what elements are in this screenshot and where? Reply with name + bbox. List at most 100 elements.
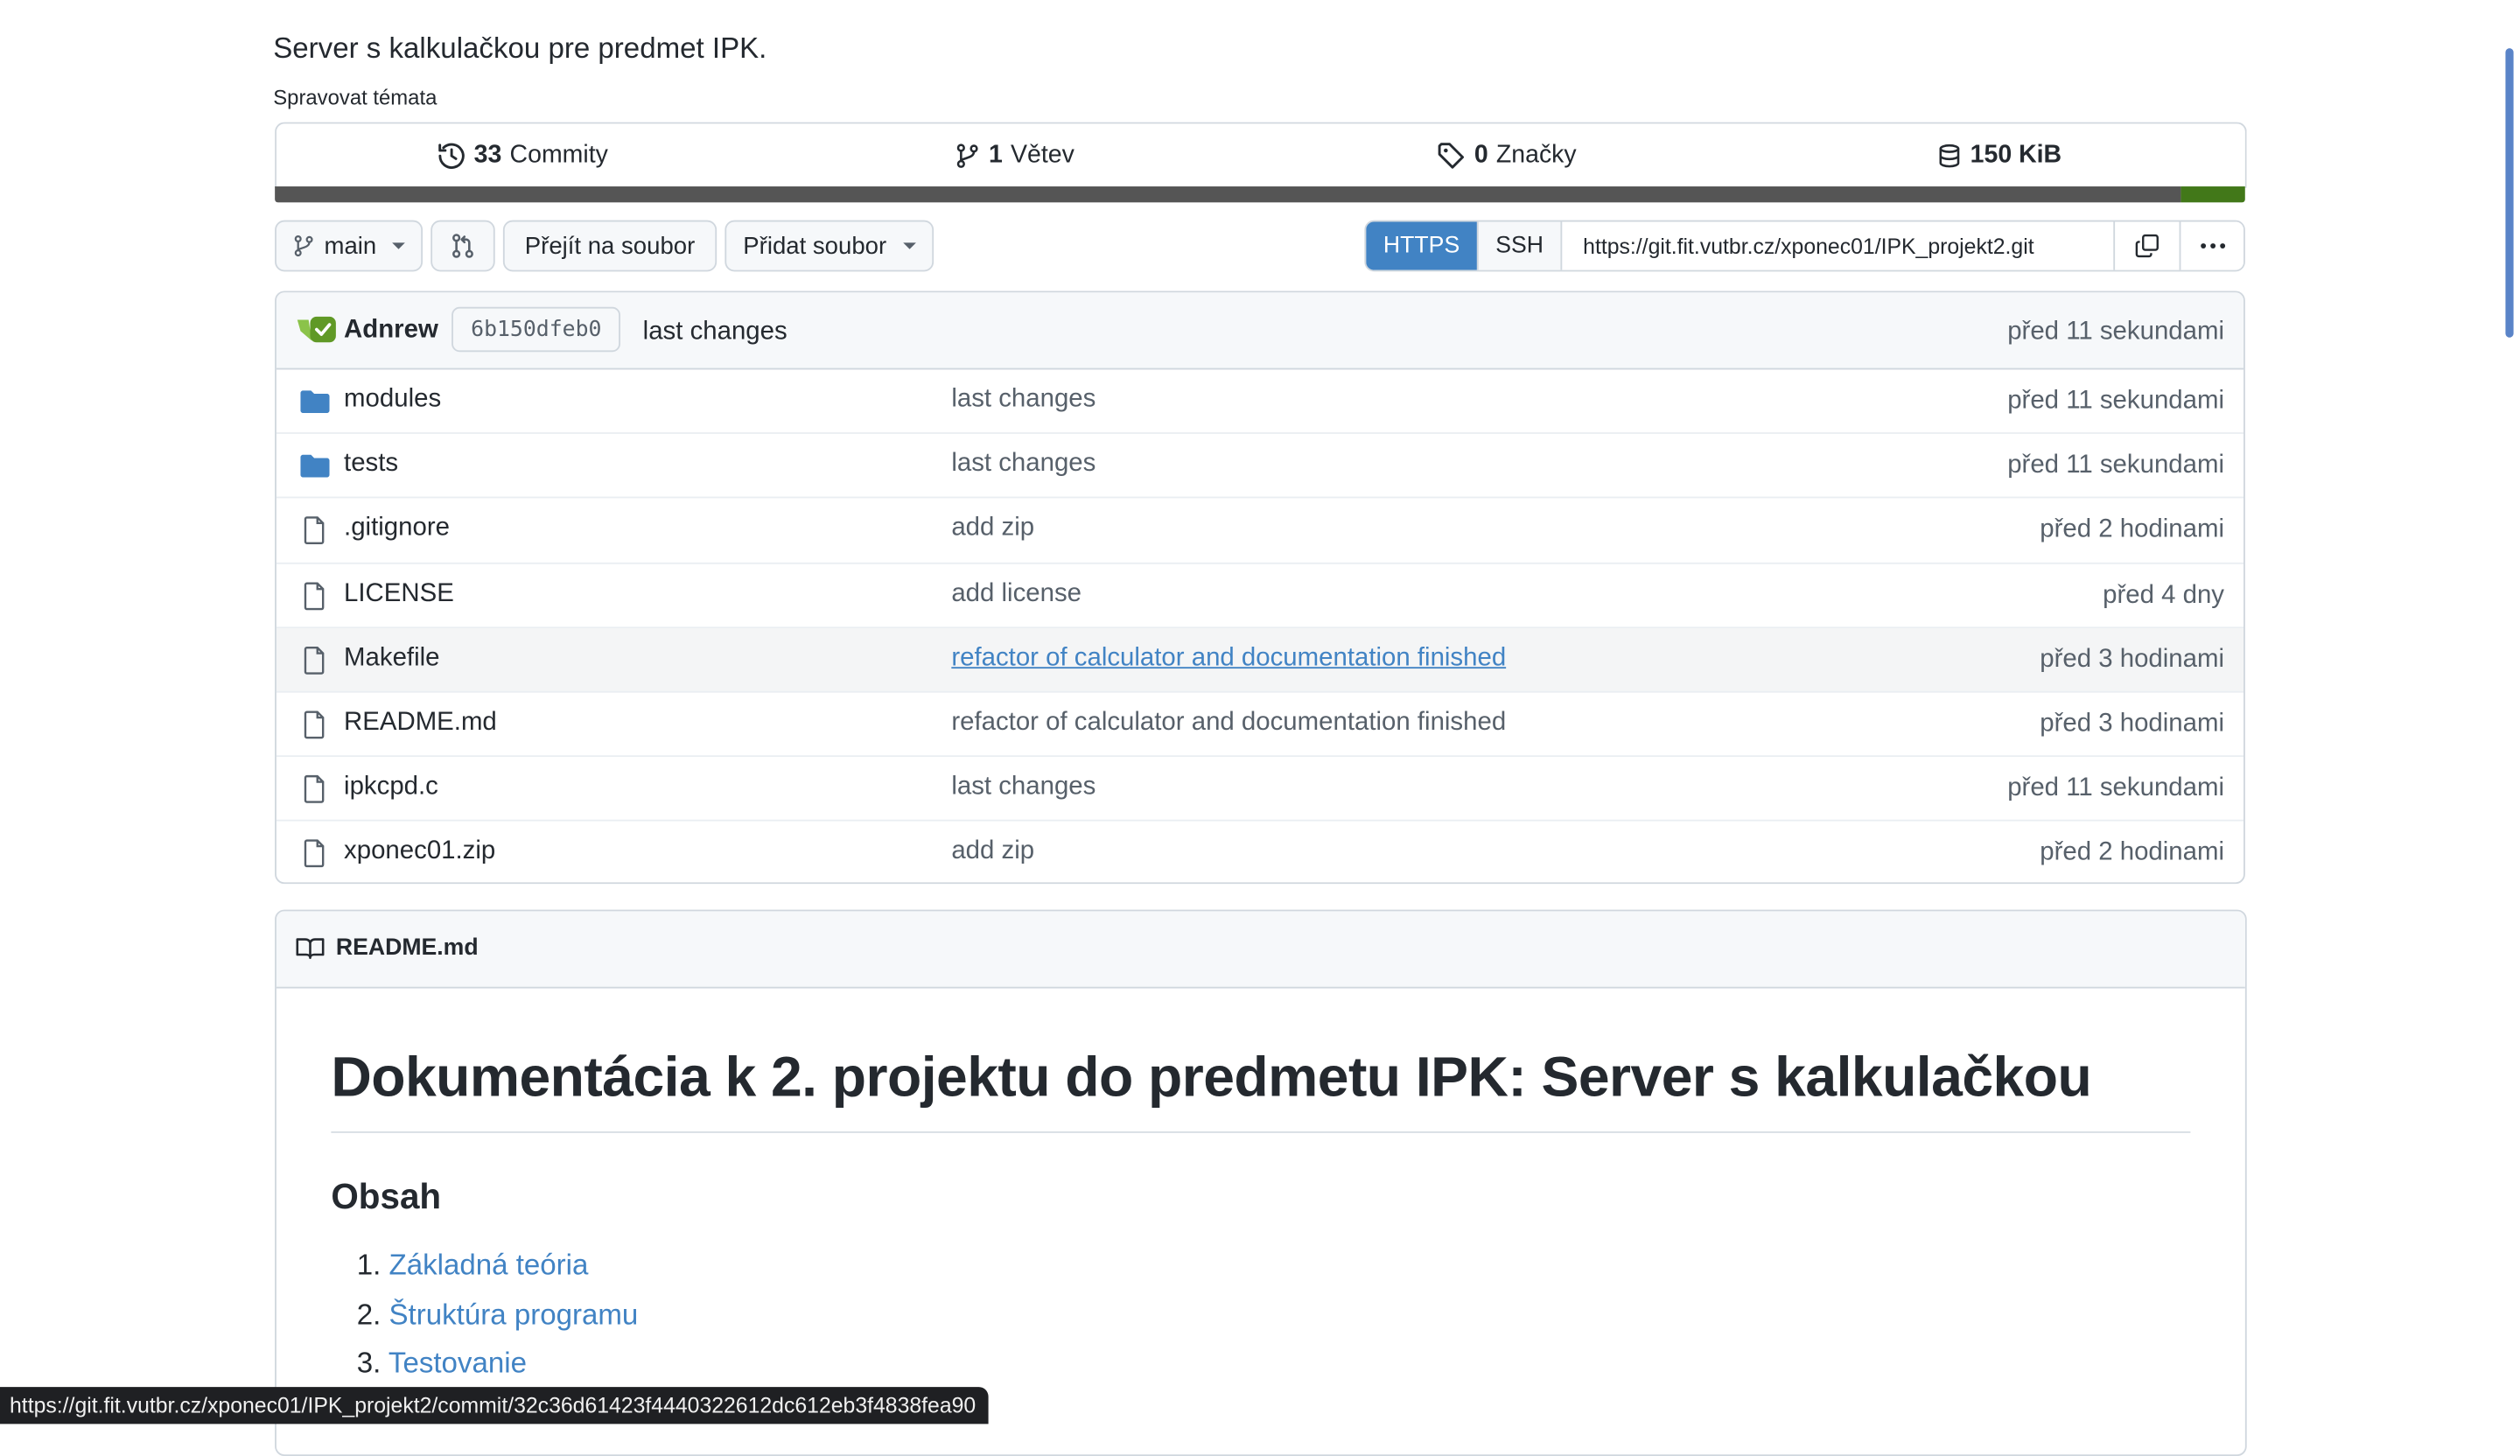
file-row[interactable]: tests last changes před 11 sekundami — [276, 434, 2244, 500]
toc-link[interactable]: Základná teória — [389, 1249, 589, 1281]
file-commit-message[interactable]: add zip — [951, 837, 1034, 866]
https-tab[interactable]: HTTPS — [1366, 221, 1477, 270]
toc-item: 1. Základná teória — [356, 1249, 589, 1281]
chevron-down-icon — [392, 242, 406, 249]
add-file-button[interactable]: Přidat soubor — [724, 220, 934, 272]
history-icon — [438, 143, 465, 169]
folder-icon — [300, 455, 330, 478]
file-name[interactable]: LICENSE — [344, 579, 454, 608]
file-name[interactable]: Makefile — [344, 644, 439, 673]
tags-count: 0 — [1474, 141, 1488, 169]
link-status-bar: https://git.fit.vutbr.cz/xponec01/IPK_pr… — [0, 1387, 989, 1424]
compare-button[interactable] — [430, 220, 495, 272]
file-commit-message[interactable]: last changes — [951, 386, 1096, 415]
file-icon — [304, 581, 325, 610]
file-icon — [304, 775, 325, 803]
file-commit-message[interactable]: refactor of calculator and documentation… — [951, 644, 1506, 673]
file-icon — [304, 710, 325, 739]
database-icon — [1939, 144, 1960, 168]
copy-icon — [2135, 234, 2159, 258]
book-icon — [296, 938, 325, 959]
file-time: před 3 hodinami — [2040, 710, 2224, 738]
readme-filename[interactable]: README.md — [336, 935, 479, 961]
toc-link[interactable]: Testovanie — [388, 1347, 527, 1379]
file-name[interactable]: .gitignore — [344, 514, 450, 543]
file-table: Adnrew 6b150dfeb0 last changes před 11 s… — [275, 290, 2245, 885]
repo-size: 150 KiB — [1970, 141, 2062, 169]
file-icon — [304, 646, 325, 675]
file-row[interactable]: LICENSE add license před 4 dny — [276, 564, 2244, 628]
file-row[interactable]: .gitignore add zip před 2 hodinami — [276, 499, 2244, 564]
language-segment-c[interactable] — [275, 186, 2181, 203]
language-segment-makefile[interactable] — [2180, 186, 2245, 203]
commit-message[interactable]: last changes — [643, 318, 788, 347]
branch-icon — [957, 144, 979, 168]
branch-icon — [294, 234, 313, 257]
file-row[interactable]: xponec01.zip add zip před 2 hodinami — [276, 822, 2244, 882]
file-row[interactable]: modules last changes před 11 sekundami — [276, 369, 2244, 435]
toc-item: 2. Štruktúra programu — [356, 1298, 639, 1330]
avatar[interactable] — [296, 315, 338, 344]
tags-stat[interactable]: 0 Značky — [1261, 123, 1753, 187]
branches-label: Větev — [1011, 141, 1074, 169]
file-time: před 4 dny — [2103, 581, 2224, 609]
commit-author[interactable]: Adnrew — [344, 317, 438, 346]
folder-icon — [300, 390, 330, 414]
file-time: před 11 sekundami — [2007, 774, 2224, 802]
file-commit-message[interactable]: last changes — [951, 451, 1096, 480]
branch-selector-button[interactable]: main — [275, 220, 424, 272]
file-name[interactable]: modules — [344, 386, 441, 415]
commits-count: 33 — [473, 141, 502, 169]
readme-heading: Dokumentácia k 2. projektu do predmetu I… — [331, 1046, 2092, 1110]
file-name[interactable]: xponec01.zip — [344, 837, 495, 866]
clone-url-group: HTTPS SSH https://git.fit.vutbr.cz/xpone… — [1364, 220, 2245, 272]
file-row[interactable]: ipkcpd.c last changes před 11 sekundami — [276, 757, 2244, 822]
file-commit-message[interactable]: add zip — [951, 514, 1034, 543]
tag-icon — [1438, 143, 1465, 169]
commit-sha[interactable]: 6b150dfeb0 — [452, 306, 621, 353]
file-time: před 11 sekundami — [2007, 452, 2224, 480]
table-of-contents: 1. Základná teória 2. Štruktúra programu… — [357, 1249, 639, 1396]
tags-label: Značky — [1495, 141, 1577, 169]
file-row[interactable]: Makefile refactor of calculator and docu… — [276, 627, 2244, 693]
ssh-tab[interactable]: SSH — [1476, 221, 1563, 270]
file-name[interactable]: README.md — [344, 709, 497, 738]
file-icon — [304, 516, 325, 545]
file-time: před 2 hodinami — [2040, 516, 2224, 544]
commits-label: Commity — [509, 141, 608, 169]
repo-stats-bar: 33 Commity 1 Větev 0 Značky 150 KiB — [275, 122, 2247, 188]
readme-header: README.md — [276, 911, 2245, 989]
file-time: před 11 sekundami — [2007, 387, 2224, 415]
readme-subheading: Obsah — [331, 1176, 442, 1217]
file-name[interactable]: ipkcpd.c — [344, 774, 438, 802]
file-time: před 3 hodinami — [2040, 645, 2224, 674]
kebab-horizontal-icon — [2200, 243, 2225, 248]
file-row[interactable]: README.md refactor of calculator and doc… — [276, 693, 2244, 758]
file-commit-message[interactable]: refactor of calculator and documentation… — [951, 709, 1506, 738]
copy-url-button[interactable] — [2113, 221, 2180, 270]
commit-time: před 11 sekundami — [2007, 318, 2224, 346]
manage-topics-link[interactable]: Spravovat témata — [273, 85, 437, 109]
chevron-down-icon — [902, 242, 916, 249]
file-commit-message[interactable]: add license — [951, 579, 1082, 608]
toc-link[interactable]: Štruktúra programu — [389, 1298, 639, 1330]
file-time: před 2 hodinami — [2040, 839, 2224, 867]
file-commit-message[interactable]: last changes — [951, 774, 1096, 802]
language-bar[interactable] — [275, 186, 2245, 203]
latest-commit-header: Adnrew 6b150dfeb0 last changes před 11 s… — [276, 292, 2244, 370]
add-file-label: Přidat soubor — [743, 232, 887, 260]
scrollbar-thumb[interactable] — [2505, 48, 2514, 338]
clone-url-input[interactable]: https://git.fit.vutbr.cz/xponec01/IPK_pr… — [1562, 221, 2113, 270]
branch-name: main — [324, 232, 377, 260]
more-options-button[interactable] — [2179, 221, 2244, 270]
pull-request-icon — [452, 234, 473, 258]
branches-stat[interactable]: 1 Větev — [768, 123, 1260, 187]
file-name[interactable]: tests — [344, 451, 398, 480]
branches-count: 1 — [989, 141, 1003, 169]
file-icon — [304, 839, 325, 868]
go-to-file-button[interactable]: Přejít na soubor — [502, 220, 718, 272]
divider — [331, 1131, 2191, 1133]
readme-panel: README.md Dokumentácia k 2. projektu do … — [275, 909, 2247, 1456]
commits-stat[interactable]: 33 Commity — [276, 123, 768, 187]
repo-description: Server s kalkulačkou pre predmet IPK. — [273, 32, 767, 65]
